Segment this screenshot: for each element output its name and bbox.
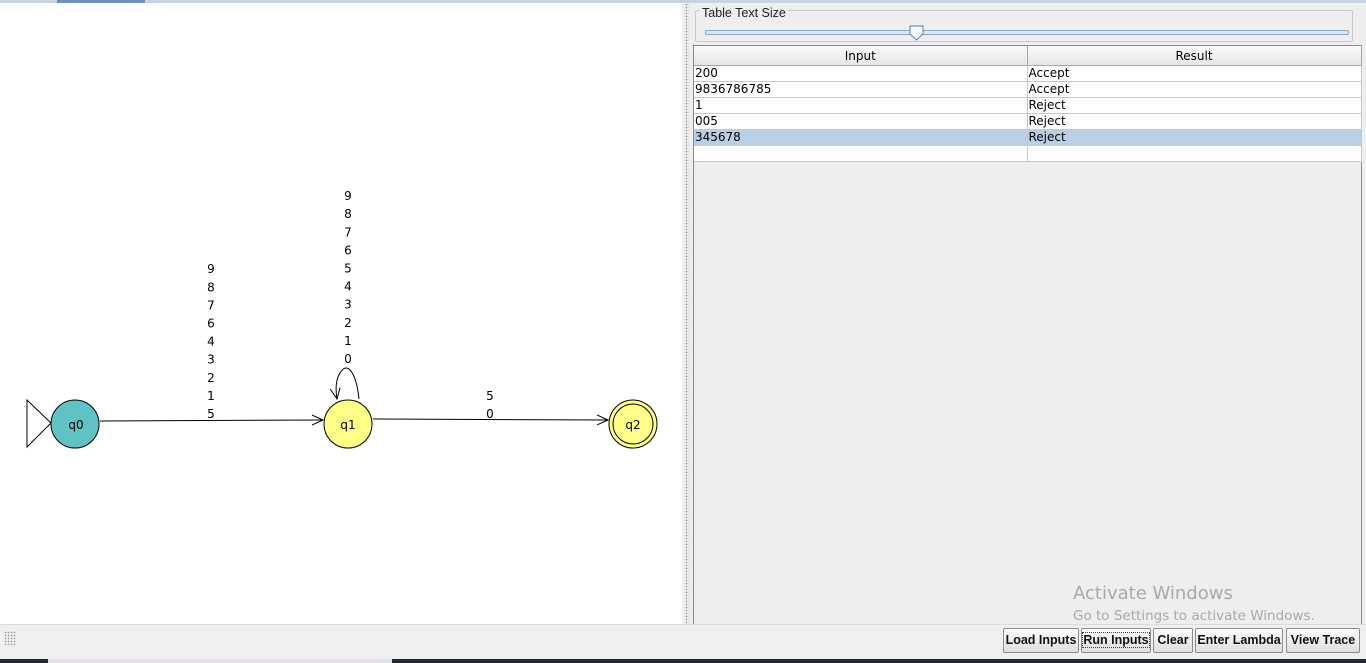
clear-label: Clear (1157, 633, 1189, 647)
transition-symbol-label: 4 (207, 335, 215, 349)
transition-symbol-label: 7 (207, 298, 215, 312)
state-q1-label: q1 (340, 418, 355, 432)
table-row[interactable]: 345678 Reject (694, 129, 1362, 146)
table-row[interactable]: 005 Reject (694, 113, 1362, 130)
transition-q0-q1-labels: 9 8 7 6 4 3 2 1 5 (207, 262, 215, 421)
button-bar: Load Inputs Run Inputs Clear Enter Lambd… (0, 624, 1366, 660)
result-cell: Reject (1027, 129, 1362, 146)
table-text-size-label: Table Text Size (700, 6, 788, 20)
transition-symbol-label: 8 (207, 280, 215, 294)
input-panel: Table Text Size Input Result 200 Accept 98… (692, 3, 1366, 626)
automaton-diagram: q0 q1 q2 987643215 9876543210 50 (26, 189, 658, 449)
taskbar-active-item (48, 659, 392, 663)
transition-q1-q2-labels: 50 (486, 389, 494, 421)
transition-symbol-label: 7 (344, 225, 352, 239)
watermark-title: Activate Windows (1073, 583, 1233, 604)
text-size-slider-track[interactable] (705, 30, 1349, 35)
table-row[interactable] (694, 145, 1362, 162)
taskbar-strip (0, 659, 1366, 663)
transition-symbol-label: 0 (486, 407, 494, 421)
input-cell[interactable]: 1 (694, 97, 1028, 114)
watermark-subtitle: Go to Settings to activate Windows. (1073, 608, 1315, 624)
transition-q1-loop-arrow (336, 367, 360, 399)
initial-state-marker (26, 398, 52, 449)
transition-symbol-label: 3 (344, 298, 352, 312)
result-cell: Reject (1027, 97, 1362, 114)
enter-lambda-label: Enter Lambda (1197, 633, 1281, 647)
activate-windows-watermark: Activate Windows Go to Settings to activ… (1073, 583, 1315, 624)
text-size-slider-thumb[interactable] (909, 25, 924, 41)
table-header-row: Input Result (694, 46, 1362, 66)
input-cell[interactable] (694, 145, 1028, 162)
transition-symbol-label: 5 (344, 262, 352, 276)
transition-symbol-label: 2 (344, 316, 352, 330)
resize-grip[interactable] (4, 631, 16, 645)
input-cell[interactable]: 005 (694, 113, 1028, 130)
transition-symbol-label: 1 (344, 334, 352, 348)
results-table: Input Result 200 Accept 9836786785 Accept 1 R… (694, 46, 1362, 162)
clear-button[interactable]: Clear (1153, 628, 1193, 653)
transition-symbol-label: 9 (207, 262, 215, 276)
table-body: 200 Accept 9836786785 Accept 1 Reject 005 Rejec… (694, 65, 1362, 162)
transition-symbol-label: 6 (344, 243, 352, 257)
transition-symbol-label: 6 (207, 317, 215, 331)
run-inputs-label: Run Inputs (1082, 632, 1150, 648)
state-q1[interactable]: q1 (323, 399, 373, 449)
transition-symbol-label: 8 (344, 207, 352, 221)
state-q2[interactable]: q2 (608, 399, 658, 449)
enter-lambda-button[interactable]: Enter Lambda (1195, 628, 1283, 653)
result-cell (1027, 145, 1362, 162)
transition-symbol-label: 0 (344, 352, 352, 366)
result-cell: Accept (1027, 81, 1362, 98)
transition-symbol-label: 5 (486, 389, 494, 403)
view-trace-label: View Trace (1290, 633, 1356, 647)
load-inputs-label: Load Inputs (1005, 633, 1077, 647)
transition-symbol-label: 9 (344, 189, 352, 203)
transition-symbol-label: 1 (207, 389, 215, 403)
state-q0-label: q0 (68, 418, 83, 432)
view-trace-button[interactable]: View Trace (1286, 628, 1360, 653)
table-row[interactable]: 1 Reject (694, 97, 1362, 114)
input-cell[interactable]: 345678 (694, 129, 1028, 146)
result-cell: Accept (1027, 65, 1362, 82)
column-header-input[interactable]: Input (694, 46, 1028, 66)
transition-symbol-label: 3 (207, 353, 215, 367)
transition-symbol-label: 2 (207, 371, 215, 385)
state-q2-label: q2 (625, 418, 640, 432)
column-header-result[interactable]: Result (1027, 46, 1362, 66)
input-cell[interactable]: 200 (694, 65, 1028, 82)
run-inputs-button[interactable]: Run Inputs (1081, 628, 1151, 653)
split-pane-divider[interactable] (682, 3, 692, 624)
table-text-size-group: Table Text Size (695, 6, 1353, 42)
transition-symbol-label: 4 (344, 280, 352, 294)
table-row[interactable]: 9836786785 Accept (694, 81, 1362, 98)
transition-symbol-label: 5 (207, 407, 215, 421)
automaton-canvas[interactable]: q0 q1 q2 987643215 9876543210 50 (0, 3, 682, 624)
transition-q1-loop-labels: 9 8 7 6 5 4 3 2 1 0 (344, 189, 352, 366)
results-table-container: Input Result 200 Accept 9836786785 Accept 1 R… (693, 45, 1362, 626)
load-inputs-button[interactable]: Load Inputs (1003, 628, 1079, 653)
table-row[interactable]: 200 Accept (694, 65, 1362, 82)
state-q0[interactable]: q0 (50, 399, 100, 449)
result-cell: Reject (1027, 113, 1362, 130)
input-cell[interactable]: 9836786785 (694, 81, 1028, 98)
